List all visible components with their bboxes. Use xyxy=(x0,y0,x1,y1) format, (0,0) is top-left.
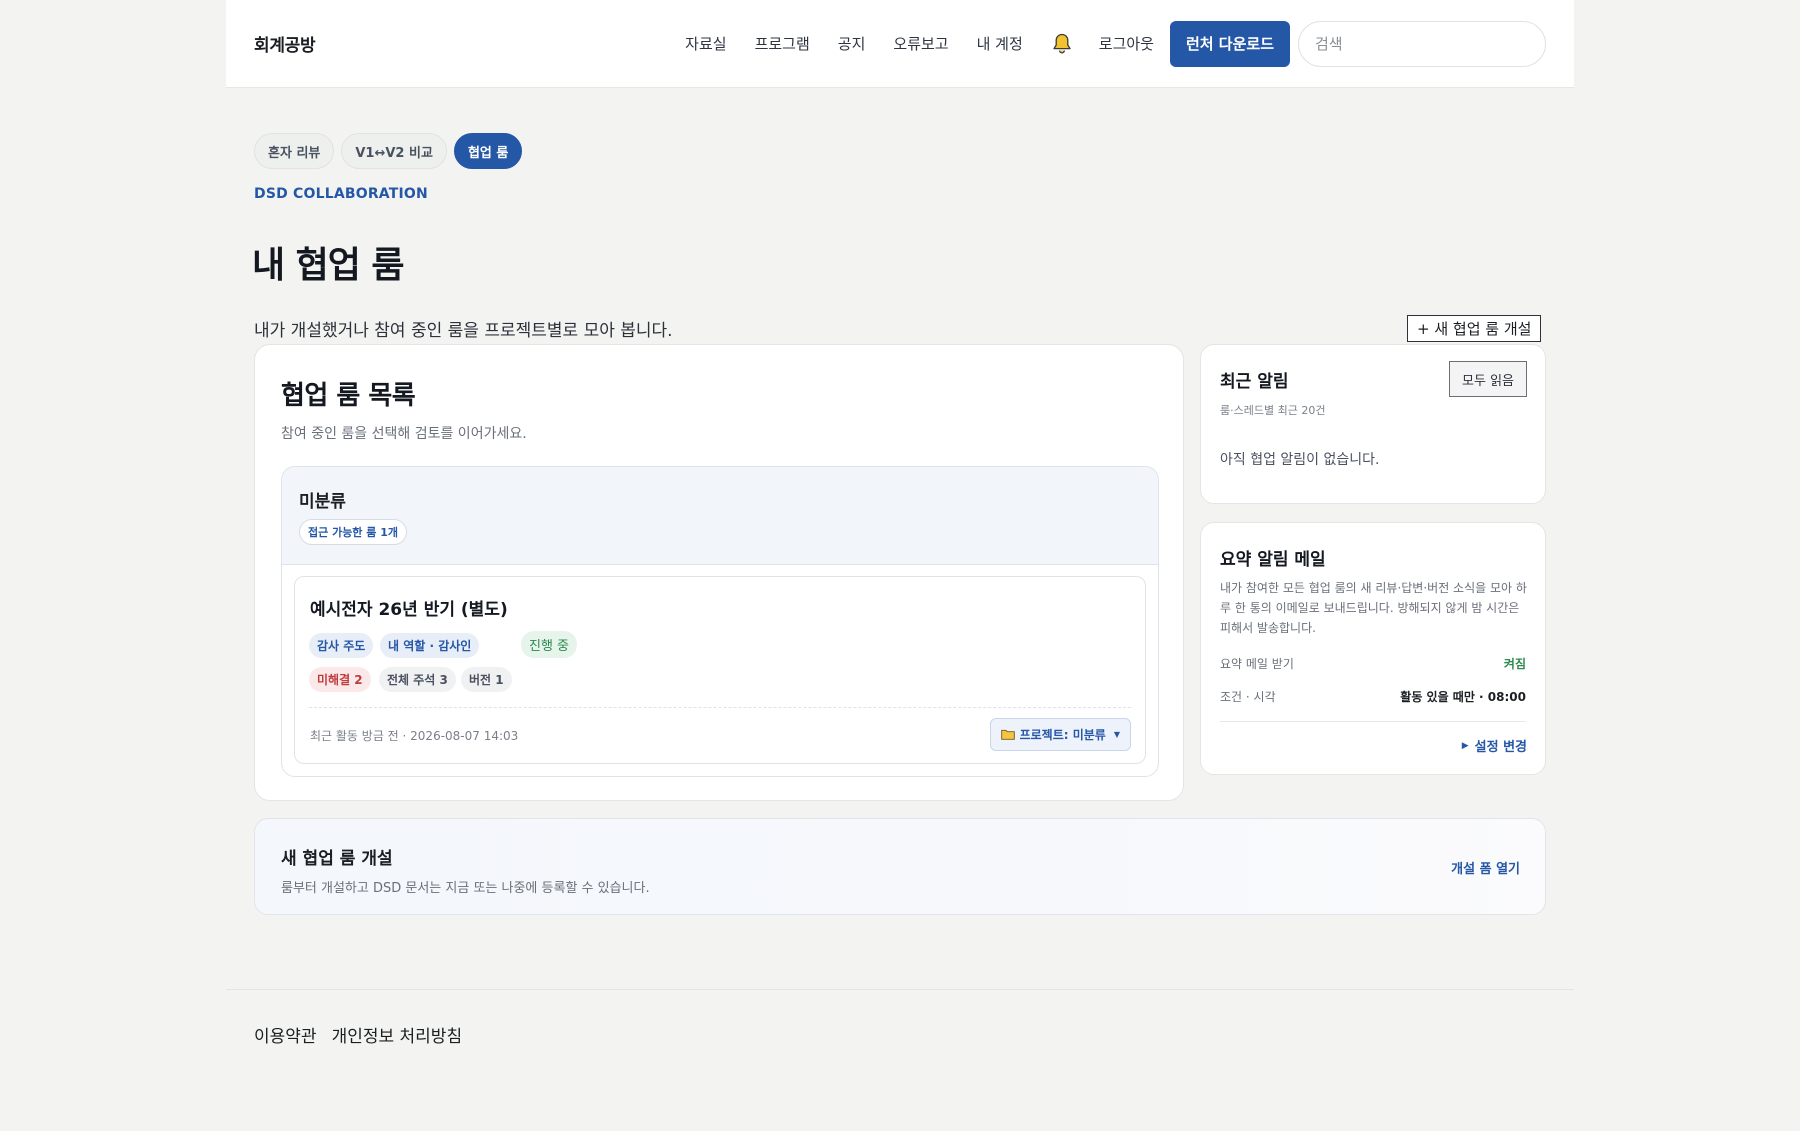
change-settings-link[interactable]: ▶ 설정 변경 xyxy=(1462,736,1527,755)
alerts-subtitle: 룸·스레드별 최근 20건 xyxy=(1220,404,1326,417)
room-card[interactable]: 예시전자 26년 반기 (별도) 감사 주도 내 역할 · 감사인 진행 중 미… xyxy=(294,576,1146,764)
change-settings-label: 설정 변경 xyxy=(1474,740,1527,755)
project-select-label: 프로젝트: 미분류 xyxy=(1019,728,1106,742)
new-room-button[interactable]: + 새 협업 룸 개설 xyxy=(1407,315,1542,342)
nav-error-report[interactable]: 오류보고 xyxy=(893,33,948,54)
digest-description: 내가 참여한 모든 협업 룸의 새 리뷰·답변·버전 소식을 모아 하루 한 통… xyxy=(1220,581,1527,635)
create-room-subtitle: 룸부터 개설하고 DSD 문서는 지금 또는 나중에 등록할 수 있습니다. xyxy=(281,881,650,896)
alerts-title: 최근 알림 xyxy=(1220,372,1289,392)
unresolved-badge: 미해결 2 xyxy=(309,667,371,692)
main-nav: 자료실 프로그램 공지 오류보고 내 계정 로그아웃 런처 다운로드 xyxy=(685,20,1546,67)
download-launcher-button[interactable]: 런처 다운로드 xyxy=(1169,20,1290,67)
tab-solo-review[interactable]: 혼자 리뷰 xyxy=(254,133,335,169)
digest-receive-row: 요약 메일 받기 켜짐 xyxy=(1220,655,1526,672)
nav-library[interactable]: 자료실 xyxy=(685,33,726,54)
project-group-header: 미분류 접근 가능한 룸 1개 xyxy=(282,467,1158,565)
last-activity: 최근 활동 방금 전 · 2026-08-07 14:03 xyxy=(310,729,519,743)
page: 회계공방 자료실 프로그램 공지 오류보고 내 계정 로그아웃 런처 다운로드 … xyxy=(0,0,1800,1131)
create-room-title: 새 협업 룸 개설 xyxy=(281,849,393,869)
digest-condition-row: 조건 · 시각 활동 있을 때만 · 08:00 xyxy=(1220,688,1526,705)
caret-down-icon: ▼ xyxy=(1113,730,1120,739)
room-list-card: 협업 룸 목록 참여 중인 룸을 선택해 검토를 이어가세요. 미분류 접근 가… xyxy=(254,344,1184,801)
audit-lead-badge: 감사 주도 xyxy=(309,633,374,658)
divider xyxy=(309,707,1131,708)
nav-notices[interactable]: 공지 xyxy=(838,33,866,54)
digest-title: 요약 알림 메일 xyxy=(1220,550,1326,570)
room-list-title: 협업 룸 목록 xyxy=(281,381,416,411)
nav-programs[interactable]: 프로그램 xyxy=(755,33,810,54)
site-logo[interactable]: 회계공방 xyxy=(254,31,316,56)
project-select-button[interactable]: 프로젝트: 미분류 ▼ xyxy=(989,718,1131,751)
mode-tabs: 혼자 리뷰 V1↔V2 비교 협업 룸 xyxy=(254,133,529,169)
open-create-form-link[interactable]: 개설 폼 열기 xyxy=(1451,858,1520,877)
status-badge: 진행 중 xyxy=(521,631,578,658)
bell-icon[interactable] xyxy=(1051,32,1073,56)
tab-collab-room[interactable]: 협업 룸 xyxy=(453,133,523,169)
digest-receive-value: 켜짐 xyxy=(1503,657,1526,671)
tab-version-compare[interactable]: V1↔V2 비교 xyxy=(341,133,447,169)
play-triangle-icon: ▶ xyxy=(1461,740,1469,751)
footer-divider xyxy=(226,989,1574,990)
page-title: 내 협업 룸 xyxy=(252,245,405,286)
logout-link[interactable]: 로그아웃 xyxy=(1099,33,1154,54)
terms-link[interactable]: 이용약관 xyxy=(254,1022,317,1047)
folder-icon xyxy=(1000,729,1015,740)
footer: 이용약관 개인정보 처리방침 xyxy=(254,1022,477,1047)
search-input[interactable] xyxy=(1298,20,1546,67)
digest-condition-label: 조건 · 시각 xyxy=(1220,690,1276,704)
nav-my-account[interactable]: 내 계정 xyxy=(977,33,1023,54)
digest-condition-value: 활동 있을 때만 · 08:00 xyxy=(1400,690,1526,704)
alerts-empty-message: 아직 협업 알림이 없습니다. xyxy=(1220,452,1380,468)
digest-receive-label: 요약 메일 받기 xyxy=(1220,657,1294,671)
digest-mail-card: 요약 알림 메일 내가 참여한 모든 협업 룸의 새 리뷰·답변·버전 소식을 … xyxy=(1200,522,1546,775)
project-group-name: 미분류 xyxy=(299,492,346,512)
my-role-badge: 내 역할 · 감사인 xyxy=(380,633,480,658)
room-count-badge: 접근 가능한 룸 1개 xyxy=(299,519,407,545)
section-eyebrow: DSD COLLABORATION xyxy=(254,186,428,202)
mark-all-read-button[interactable]: 모두 읽음 xyxy=(1449,361,1527,397)
divider xyxy=(1220,721,1526,722)
version-badge: 버전 1 xyxy=(461,667,512,692)
comments-badge: 전체 주석 3 xyxy=(379,667,456,692)
recent-alerts-card: 최근 알림 룸·스레드별 최근 20건 모두 읽음 아직 협업 알림이 없습니다… xyxy=(1200,344,1546,504)
page-description: 내가 개설했거나 참여 중인 룸을 프로젝트별로 모아 봅니다. xyxy=(254,321,673,341)
create-room-banner: 새 협업 룸 개설 룸부터 개설하고 DSD 문서는 지금 또는 나중에 등록할… xyxy=(254,818,1546,915)
privacy-policy-link[interactable]: 개인정보 처리방침 xyxy=(332,1022,463,1047)
project-group: 미분류 접근 가능한 룸 1개 예시전자 26년 반기 (별도) 감사 주도 내… xyxy=(281,466,1159,777)
top-header: 회계공방 자료실 프로그램 공지 오류보고 내 계정 로그아웃 런처 다운로드 xyxy=(226,0,1574,88)
room-name[interactable]: 예시전자 26년 반기 (별도) xyxy=(310,595,508,620)
room-list-subtitle: 참여 중인 룸을 선택해 검토를 이어가세요. xyxy=(281,426,527,442)
